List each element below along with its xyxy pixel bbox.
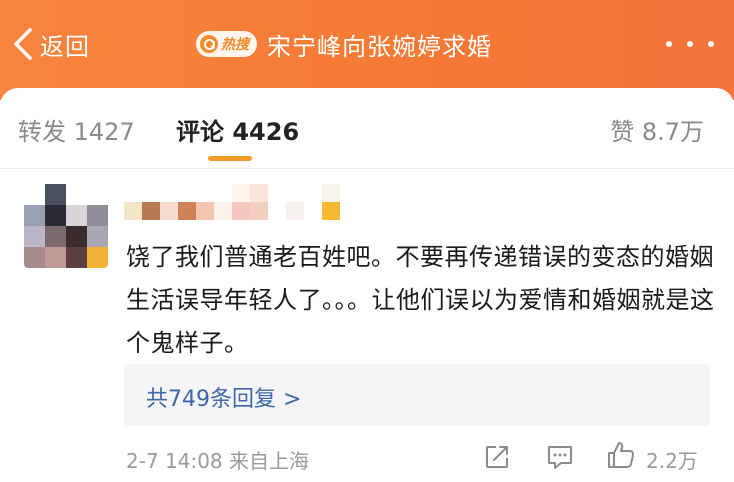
avatar-mosaic-cell (45, 226, 66, 247)
username-mosaic-cell (142, 202, 160, 220)
back-button[interactable]: 返回 (12, 22, 90, 66)
avatar-mosaic-cell (24, 247, 45, 268)
more-dot-icon (708, 41, 714, 47)
comments-panel: 转发 1427 评论 4426 赞 8.7万 饶了我们普通老百姓吧。不要再传递错… (0, 88, 734, 482)
avatar[interactable] (24, 184, 108, 268)
username-row (124, 184, 346, 202)
like-count: 2.2万 (646, 449, 698, 473)
search-icon (200, 35, 218, 53)
tab-bar: 转发 1427 评论 4426 赞 8.7万 (0, 88, 734, 168)
username-mosaic-cell (160, 202, 178, 220)
username-mosaic-cell (322, 184, 340, 202)
username-blurred[interactable] (124, 184, 346, 220)
thumbs-up-icon[interactable] (606, 440, 636, 470)
username-mosaic-cell (178, 202, 196, 220)
tab-divider (0, 168, 734, 169)
username-mosaic-cell (250, 202, 268, 220)
hot-search-label: 热搜 (221, 37, 249, 53)
more-options-button[interactable] (666, 34, 714, 54)
username-mosaic-cell (196, 184, 214, 202)
username-mosaic-cell (214, 184, 232, 202)
avatar-mosaic-cell (45, 247, 66, 268)
avatar-mosaic-cell (87, 247, 108, 268)
username-mosaic-cell (196, 202, 214, 220)
avatar-mosaic-cell (24, 184, 45, 205)
more-dot-icon (666, 41, 672, 47)
username-mosaic-cell (250, 184, 268, 202)
top-bar: 返回 热搜 宋宁峰向张婉婷求婚 (0, 0, 734, 100)
username-mosaic-cell (160, 184, 178, 202)
avatar-mosaic-cell (66, 226, 87, 247)
username-mosaic-cell (124, 184, 142, 202)
username-mosaic-cell (268, 202, 286, 220)
page-title-group: 热搜 宋宁峰向张婉婷求婚 (196, 26, 492, 62)
username-mosaic-cell (268, 184, 286, 202)
avatar-mosaic-cell (66, 205, 87, 226)
username-mosaic-cell (304, 202, 322, 220)
avatar-mosaic-cell (87, 226, 108, 247)
avatar-mosaic-cell (45, 205, 66, 226)
avatar-mosaic-cell (87, 205, 108, 226)
username-row (124, 202, 346, 220)
active-tab-indicator (208, 156, 252, 161)
view-replies-button[interactable]: 共749条回复 > (124, 364, 710, 426)
username-mosaic-cell (232, 184, 250, 202)
avatar-mosaic-cell (87, 184, 108, 205)
comment-reply-icon[interactable] (546, 444, 574, 470)
more-dot-icon (687, 41, 693, 47)
avatar-mosaic-cell (24, 226, 45, 247)
tab-likes[interactable]: 赞 8.7万 (610, 112, 704, 147)
comment-text: 饶了我们普通老百姓吧。不要再传递错误的变态的婚姻生活误导年轻人了。。。让他们误以… (126, 243, 715, 357)
page-title: 宋宁峰向张婉婷求婚 (267, 32, 492, 61)
username-mosaic-cell (124, 202, 142, 220)
avatar-mosaic-cell (24, 205, 45, 226)
username-mosaic-cell (178, 184, 196, 202)
username-mosaic-cell (322, 202, 340, 220)
avatar-mosaic-cell (45, 184, 66, 205)
share-icon[interactable] (484, 444, 510, 470)
avatar-mosaic-cell (66, 184, 87, 205)
hot-search-badge: 热搜 (196, 31, 257, 57)
username-mosaic-cell (142, 184, 160, 202)
avatar-mosaic-cell (66, 247, 87, 268)
chevron-left-icon (14, 28, 32, 60)
username-mosaic-cell (214, 202, 232, 220)
tab-forward[interactable]: 转发 1427 (18, 112, 135, 147)
username-mosaic-cell (286, 184, 304, 202)
back-label: 返回 (40, 32, 90, 61)
tab-comments[interactable]: 评论 4426 (176, 112, 299, 147)
replies-link[interactable]: 共749条回复 > (146, 381, 301, 413)
username-mosaic-cell (304, 184, 322, 202)
comment-timestamp-location: 2-7 14:08 来自上海 (126, 449, 310, 473)
username-mosaic-cell (286, 202, 304, 220)
username-mosaic-cell (232, 202, 250, 220)
